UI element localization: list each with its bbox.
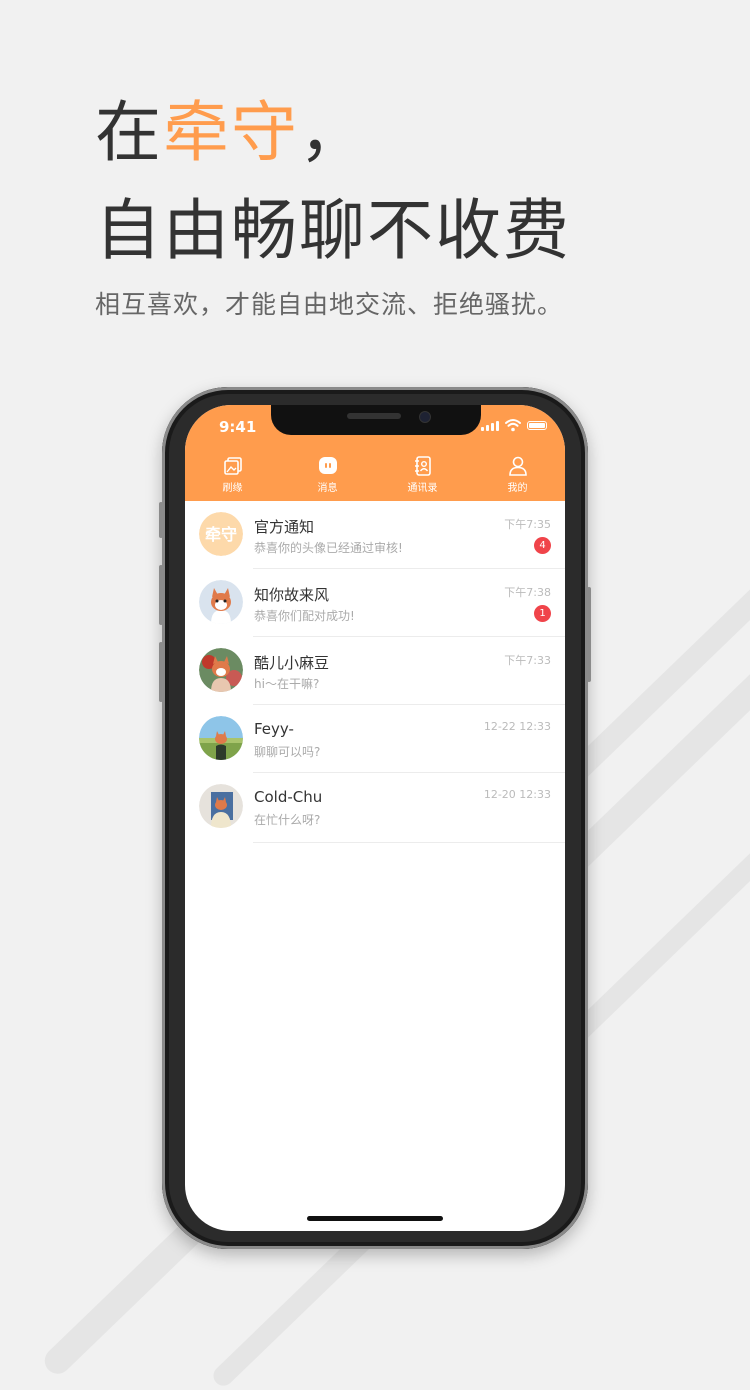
conversation-row[interactable]: Feyy- 聊聊可以吗? 12-22 12:33 (185, 705, 565, 773)
avatar-logo-text: 牵守 (205, 525, 237, 544)
conversation-row[interactable]: 酷儿小麻豆 hi～在干嘛? 下午7:33 (185, 637, 565, 705)
mute-switch (159, 502, 163, 538)
chat-bubble-icon (318, 457, 337, 474)
home-indicator[interactable] (307, 1216, 443, 1221)
conversation-list: 牵守 官方通知 恭喜你的头像已经通过审核! 下午7:35 4 知你故来风 恭喜你… (185, 501, 565, 843)
promo-subtitle: 相互喜欢，才能自由地交流、拒绝骚扰。 (95, 290, 564, 319)
tab-bar: 刷缘 消息 通讯录 我的 (185, 455, 565, 499)
conversation-row[interactable]: Cold-Chu 在忙什么呀? 12-20 12:33 (185, 773, 565, 843)
tab-profile[interactable]: 我的 (470, 455, 565, 499)
avatar: 牵守 (199, 512, 243, 556)
promo-title-line2: 自由畅聊不收费 (95, 192, 571, 269)
volume-down-button (159, 642, 163, 702)
tab-label: 通讯录 (407, 483, 438, 494)
row-divider (253, 842, 565, 843)
message-preview: 在忙什么呀? (254, 813, 321, 827)
photos-icon (223, 457, 242, 475)
message-time: 下午7:38 (504, 586, 551, 599)
avatar (199, 580, 243, 624)
tab-label: 刷缘 (222, 483, 243, 494)
contacts-book-icon (414, 456, 431, 476)
profile-icon (508, 456, 527, 476)
tab-discover[interactable]: 刷缘 (185, 455, 280, 499)
cellular-signal-icon (481, 421, 499, 431)
contact-name: Feyy- (254, 720, 294, 738)
message-preview: 恭喜你的头像已经通过审核! (254, 541, 403, 555)
avatar (199, 648, 243, 692)
battery-icon (527, 421, 547, 430)
speaker (347, 413, 401, 419)
message-time: 12-22 12:33 (483, 720, 551, 733)
promo-title-prefix: 在 (95, 94, 163, 171)
power-button (587, 587, 591, 682)
tab-label: 我的 (507, 483, 528, 494)
promo-title-suffix: ， (299, 94, 367, 171)
message-preview: hi～在干嘛? (254, 677, 320, 691)
status-time: 9:41 (219, 418, 257, 436)
unread-badge: 1 (534, 605, 551, 622)
message-time: 下午7:35 (504, 518, 551, 531)
contact-name: 知你故来风 (254, 586, 330, 604)
tab-contacts[interactable]: 通讯录 (375, 455, 470, 499)
message-preview: 恭喜你们配对成功! (254, 609, 355, 623)
promo-title-brand: 牵守 (163, 94, 299, 171)
contact-name: 酷儿小麻豆 (254, 654, 330, 672)
phone-screen: 9:41 刷缘 消息 通讯录 我的 牵守 官方通知 恭喜你的头像已经通过审核! … (185, 405, 565, 1231)
message-preview: 聊聊可以吗? (254, 745, 321, 759)
front-camera (419, 411, 431, 423)
conversation-row[interactable]: 知你故来风 恭喜你们配对成功! 下午7:38 1 (185, 569, 565, 637)
message-time: 下午7:33 (504, 654, 551, 667)
tab-messages[interactable]: 消息 (280, 455, 375, 499)
wifi-icon (505, 419, 521, 432)
notch (271, 405, 481, 435)
contact-name: Cold-Chu (254, 788, 323, 806)
avatar (199, 784, 243, 828)
message-time: 12-20 12:33 (483, 788, 551, 801)
unread-badge: 4 (534, 537, 551, 554)
tab-label: 消息 (317, 483, 338, 494)
conversation-row[interactable]: 牵守 官方通知 恭喜你的头像已经通过审核! 下午7:35 4 (185, 501, 565, 569)
promo-title: 在牵守， (95, 100, 367, 166)
avatar (199, 716, 243, 760)
contact-name: 官方通知 (254, 518, 315, 536)
phone-frame: 9:41 刷缘 消息 通讯录 我的 牵守 官方通知 恭喜你的头像已经通过审核! … (159, 387, 591, 1249)
volume-up-button (159, 565, 163, 625)
